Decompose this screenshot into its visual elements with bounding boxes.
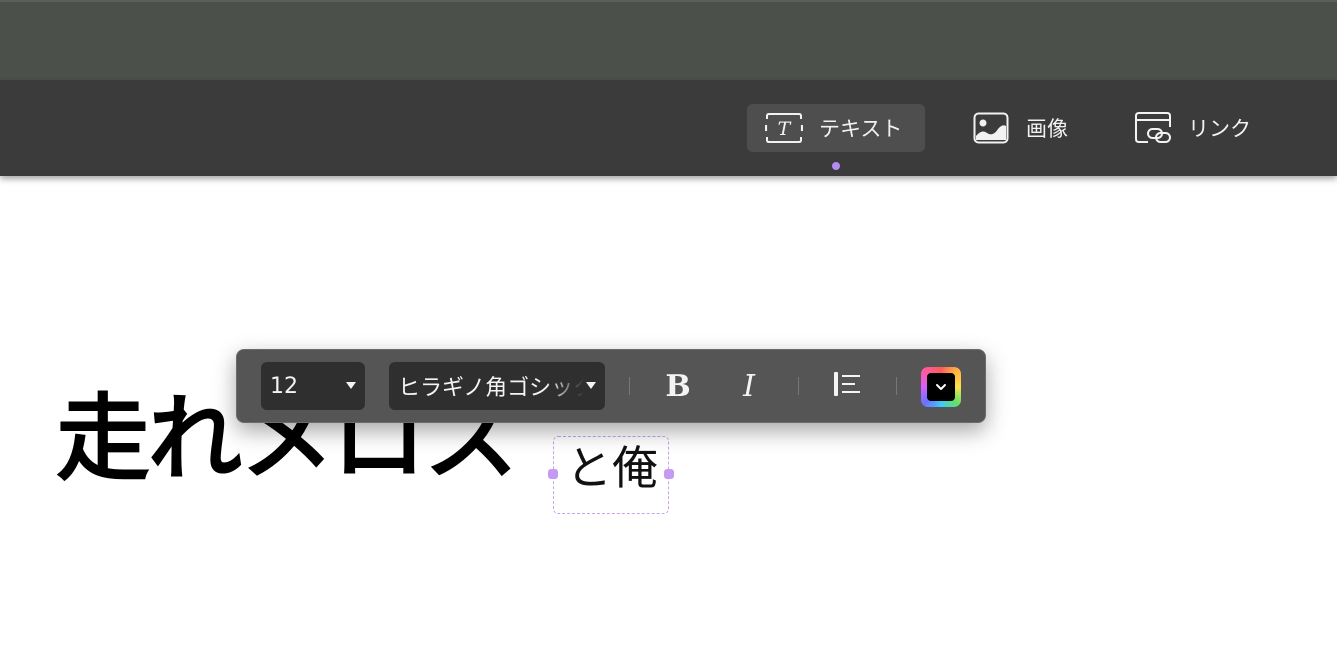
format-divider bbox=[798, 377, 799, 395]
align-button[interactable] bbox=[826, 364, 870, 408]
active-tool-indicator bbox=[832, 162, 840, 170]
selected-text-content[interactable]: と俺 bbox=[566, 441, 658, 496]
font-size-caret-icon bbox=[346, 382, 356, 389]
selected-text-box[interactable]: と俺 bbox=[548, 436, 674, 514]
font-family-select[interactable]: ヒラギノ角ゴシック bbox=[389, 362, 605, 410]
svg-text:T: T bbox=[778, 118, 792, 140]
tool-link-label: リンク bbox=[1188, 117, 1251, 141]
font-family-caret-icon bbox=[586, 382, 596, 389]
text-format-bar: 12 ヒラギノ角ゴシック B I bbox=[236, 349, 986, 423]
text-color-button[interactable] bbox=[921, 367, 961, 407]
font-size-value: 12 bbox=[270, 373, 298, 399]
italic-icon: I bbox=[743, 368, 755, 404]
format-divider bbox=[629, 377, 630, 395]
tool-text-label: テキスト bbox=[819, 117, 903, 141]
tool-image-button[interactable]: 画像 bbox=[972, 104, 1092, 152]
text-color-picker-icon bbox=[927, 373, 955, 401]
resize-handle-left[interactable] bbox=[548, 469, 558, 479]
align-left-icon bbox=[833, 371, 863, 401]
format-divider bbox=[896, 377, 897, 395]
window-top-band bbox=[0, 0, 1337, 80]
tool-link-button[interactable]: リンク bbox=[1134, 104, 1274, 152]
resize-handle-right[interactable] bbox=[664, 469, 674, 479]
insert-toolbar: T テキスト 画像 リンク bbox=[0, 80, 1337, 176]
italic-button[interactable]: I bbox=[727, 364, 771, 408]
link-window-icon bbox=[1134, 111, 1172, 145]
bold-icon: B bbox=[665, 368, 691, 404]
font-family-value: ヒラギノ角ゴシック bbox=[398, 376, 584, 401]
tool-image-label: 画像 bbox=[1026, 117, 1068, 141]
image-icon bbox=[972, 111, 1010, 145]
text-frame-icon: T bbox=[765, 111, 803, 145]
font-size-select[interactable]: 12 bbox=[261, 362, 365, 410]
tool-text-button[interactable]: T テキスト bbox=[747, 104, 925, 152]
bold-button[interactable]: B bbox=[656, 364, 700, 408]
